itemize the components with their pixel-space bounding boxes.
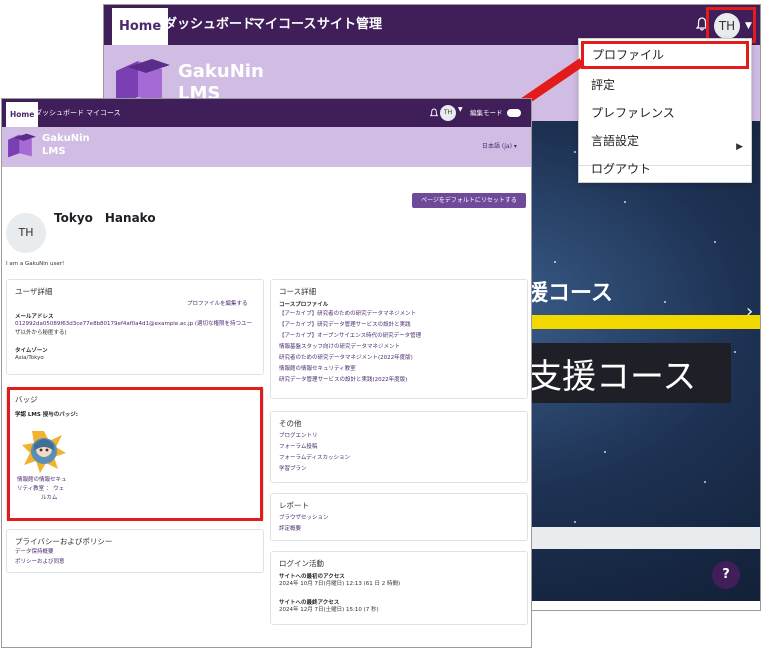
grades-overview-link[interactable]: 評定概要 <box>279 525 301 534</box>
course-details-title: コース詳細 <box>279 287 317 296</box>
language-selector[interactable]: 日本語 (ja) ▾ <box>482 141 517 150</box>
timezone-label: タイムゾーン <box>15 348 48 354</box>
nav-dashboard-link[interactable]: ダッシュボード <box>35 99 84 127</box>
gakunin-logo <box>8 133 36 158</box>
profile-page-window: Home ダッシュボード マイコース TH ▼ 編集モード GakuNin LM… <box>1 98 532 648</box>
site-banner: GakuNin LMS 日本語 (ja) ▾ <box>2 127 531 167</box>
course-banner-title: 援コース <box>526 281 613 306</box>
email-label: メールアドレス <box>15 314 54 320</box>
reports-title: レポート <box>279 501 309 510</box>
misc-title: その他 <box>279 419 302 428</box>
menu-item-language-label: 言語設定 <box>591 134 640 148</box>
course-details-card: コース詳細 コースプロファイル 【アーカイブ】研究者のための研究データマネジメン… <box>270 279 528 399</box>
login-activity-card: ログイン活動 サイトへの最初のアクセス 2024年 10月 7日(月曜日) 12… <box>270 551 528 625</box>
user-avatar[interactable]: TH <box>440 105 456 121</box>
first-access-label: サイトへの最初のアクセス <box>279 574 345 580</box>
profile-name: Tokyo Hanako <box>54 211 156 225</box>
top-navbar: Home ダッシュボード マイコース TH ▼ 編集モード <box>2 99 531 127</box>
policies-link[interactable]: ポリシーおよび同意 <box>15 558 65 567</box>
course-link[interactable]: 研究者のための研究データマネジメント(2022年度版) <box>279 354 413 363</box>
profile-avatar: TH <box>6 213 46 253</box>
footer-strip <box>524 527 760 549</box>
nav-home-link[interactable]: Home <box>6 102 39 127</box>
nav-dashboard-link[interactable]: ダッシュボード <box>164 5 255 45</box>
help-button[interactable]: ? <box>712 561 740 589</box>
course-link[interactable]: 研究データ管理サービスの設計と実践(2022年度版) <box>279 376 407 385</box>
screenshot-stage: Home ダッシュボード マイコース サイト管理 TH ▼ GakuNin LM… <box>0 0 768 649</box>
nav-my-courses-link[interactable]: マイコース <box>252 5 316 45</box>
last-access-value: 2024年 12月 7日(土曜日) 15:10 (7 秒) <box>279 607 379 613</box>
chevron-down-icon: ▼ <box>745 21 752 31</box>
privacy-title: プライバシーおよびポリシー <box>15 537 113 546</box>
course-link[interactable]: 【アーカイブ】研究者のための研究データマネジメント <box>279 310 416 319</box>
last-access-label: サイトへの最終アクセス <box>279 600 340 606</box>
course-banner-subtitle: 支援コース <box>528 357 697 397</box>
privacy-card: プライバシーおよびポリシー データ保持概要 ポリシーおよび同意 <box>6 529 264 573</box>
menu-item-preferences[interactable]: プレファレンス <box>579 99 751 127</box>
notification-bell-icon[interactable] <box>430 108 438 118</box>
reset-page-button[interactable]: ページをデフォルトにリセットする <box>412 193 526 208</box>
user-details-title: ユーザ詳細 <box>15 287 53 296</box>
edit-profile-link[interactable]: プロファイルを編集する <box>187 300 248 309</box>
user-avatar: TH <box>714 13 740 39</box>
course-link[interactable]: 【アーカイブ】オープンサイエンス時代の研究データ管理 <box>279 332 421 341</box>
nav-site-admin-link[interactable]: サイト管理 <box>317 5 382 45</box>
menu-item-logout[interactable]: ログアウト <box>579 155 751 183</box>
banner-stripe <box>526 315 760 329</box>
edit-mode-toggle[interactable] <box>507 109 521 117</box>
timezone-value: Asia/Tokyo <box>15 355 44 361</box>
menu-item-grades[interactable]: 評定 <box>579 71 751 99</box>
data-retention-link[interactable]: データ保持概要 <box>15 548 54 557</box>
learning-plans-link[interactable]: 学習プラン <box>279 465 307 474</box>
badge-image-icon[interactable] <box>22 429 66 473</box>
course-profiles-label: コースプロファイル <box>279 302 329 308</box>
email-value[interactable]: 012992da05089f63d3ce77e8b80179ef4af0a4d1… <box>15 320 252 329</box>
profile-description: I am a GakuNin user! <box>6 261 65 267</box>
menu-item-language[interactable]: 言語設定 ▶ <box>579 127 751 155</box>
blog-entries-link[interactable]: ブログエントリ <box>279 432 318 441</box>
carousel-next-icon[interactable]: › <box>746 301 753 322</box>
nav-home-link[interactable]: Home <box>112 8 169 45</box>
forum-posts-link[interactable]: フォーラム投稿 <box>279 443 317 452</box>
menu-item-profile[interactable]: プロファイル <box>581 41 749 69</box>
chevron-down-icon: ▼ <box>458 106 463 113</box>
forum-discussions-link[interactable]: フォーラムディスカッション <box>279 454 350 463</box>
nav-my-courses-link[interactable]: マイコース <box>86 99 121 127</box>
login-activity-title: ログイン活動 <box>279 559 324 568</box>
course-link[interactable]: 情報館の情報セキュリティ教室 <box>279 365 356 374</box>
email-visibility-note: ザ以外から秘匿する) <box>15 330 67 336</box>
user-details-card: ユーザ詳細 プロファイルを編集する メールアドレス 012992da05089f… <box>6 279 264 375</box>
course-link[interactable]: 【アーカイブ】研究データ管理サービスの設計と実践 <box>279 321 411 330</box>
reports-card: レポート ブラウザセッション 評定概要 <box>270 493 528 541</box>
first-access-value: 2024年 10月 7日(月曜日) 12:13 (61 日 2 時間) <box>279 581 401 587</box>
edit-mode-label: 編集モード <box>470 109 503 117</box>
browser-sessions-link[interactable]: ブラウザセッション <box>279 514 329 523</box>
site-logo-text: GakuNin LMS <box>42 133 90 157</box>
course-link[interactable]: 情報基盤スタッフ向けの研究データマネジメント <box>279 343 400 352</box>
misc-card: その他 ブログエントリ フォーラム投稿 フォーラムディスカッション 学習プラン <box>270 411 528 483</box>
user-menu-dropdown: プロファイル 評定 プレファレンス 言語設定 ▶ ログアウト <box>578 38 752 183</box>
